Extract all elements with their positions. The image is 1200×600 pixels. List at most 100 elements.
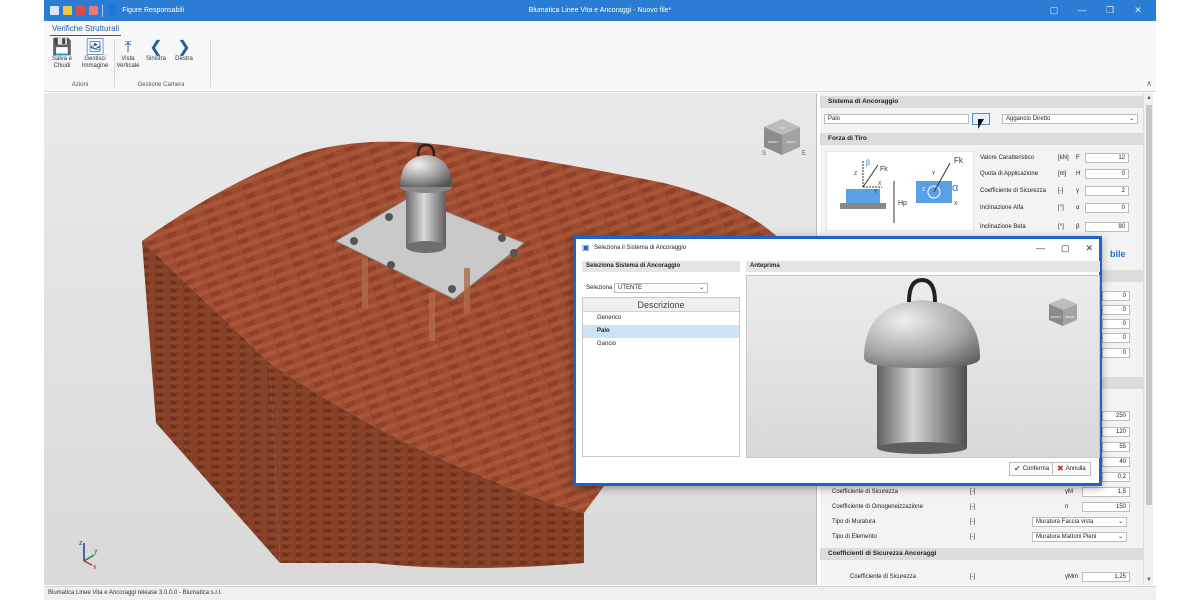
value-field[interactable]: 0 [1102,305,1130,315]
preview-ring [907,277,937,303]
restore-icon[interactable]: ▢ [1040,0,1068,21]
maximize-icon[interactable]: ❐ [1096,0,1124,21]
row-symbol: γMm [1065,574,1078,580]
print-icon[interactable] [89,6,98,15]
tipo-elemento-select[interactable]: Muratura Mattoni Pieni ⌄ [1032,532,1127,542]
section-sistema-ancoraggio: Sistema di Ancoraggio [820,96,1143,108]
row-symbol: F [1076,155,1080,161]
title-bar: 👤 Figure Responsabili Blumatica Linee Vi… [44,0,1156,21]
collapse-ribbon-icon[interactable]: ∧ [1146,79,1152,88]
group-separator [210,39,211,87]
row-unit: [m] [1058,171,1067,177]
source-select[interactable]: UTENTE ⌄ [614,283,708,293]
x-icon: ✖ [1057,464,1064,473]
mouse-cursor-icon [978,119,984,129]
valore-caratteristico-input[interactable]: 12 [1085,153,1129,163]
value-field[interactable]: 0 [1102,348,1130,358]
maximize-icon[interactable]: ▢ [1061,239,1070,257]
vista-verticale-button[interactable]: ⤒ Vista Verticale [116,38,140,70]
value-field[interactable]: 0 [1102,333,1130,343]
panel-scrollbar[interactable]: ▲ ▼ [1143,93,1153,585]
list-item[interactable]: Generico [583,312,739,325]
chevron-down-icon: ⌄ [1117,519,1123,525]
row-unit: [kN] [1058,155,1069,161]
chevron-down-icon: ⌄ [698,285,704,291]
row-tipo-muratura: Tipo di Muratura [-] Muratura Faccia vis… [820,516,1143,530]
value-field[interactable]: 120 [1102,427,1130,437]
row-symbol: H [1076,171,1081,177]
salva-chiudi-label: Salva e Chiudi [51,56,72,69]
scroll-down-icon[interactable]: ▼ [1144,575,1154,585]
inclinazione-beta-input[interactable]: 90 [1085,222,1129,232]
list-item[interactable]: Gancio [583,338,739,351]
annulla-label: Annulla [1065,466,1086,472]
omogeneizzazione-input[interactable]: 150 [1082,502,1130,512]
save-icon[interactable] [76,6,85,15]
dialog-window-controls: — ▢ ✕ [1036,239,1093,257]
value-field[interactable]: 0 [1102,319,1130,329]
gamma-m-input[interactable]: 1,5 [1082,487,1130,497]
row-label: Inclinazione Beta [980,224,1026,230]
tab-verifiche-strutturali[interactable]: Verifiche Strutturali [50,24,122,36]
figure-responsabili-label: Figure Responsabili [122,7,185,14]
salva-chiudi-button[interactable]: 💾 Salva e Chiudi [48,38,76,70]
chevron-right-icon: ❯ [177,38,191,56]
sinistra-button[interactable]: ❮ Sinistra [144,38,168,70]
value-field[interactable]: 0,2 [1102,472,1130,482]
figure-responsabili-button[interactable]: 👤 Figure Responsabili [107,5,184,16]
preview-cube-right: RIGHT [1065,315,1075,319]
axis-y: y [94,548,98,555]
chevron-down-icon: ⌄ [1128,116,1134,122]
compass-e: E [802,151,806,157]
aggancio-value: Aggancio Diretto [1006,116,1051,122]
row-label: Coefficiente di Sicurezza [832,489,898,495]
row-label: Coefficiente di Omogeneizzazione [832,504,923,510]
conferma-label: Conferma [1022,466,1050,472]
row-unit: [-] [970,504,976,510]
row-unit: [-] [970,534,976,540]
group-separator [114,39,115,87]
aggancio-select[interactable]: Aggancio Diretto ⌄ [1002,114,1138,124]
destra-button[interactable]: ❯ Destra [172,38,196,70]
left-section-header: Seleziona Sistema di Ancoraggio [582,261,740,272]
value-field[interactable]: 40 [1102,457,1130,467]
close-icon[interactable]: ✕ [1124,0,1152,21]
section-forza-tiro: Forza di Tiro [820,133,1143,145]
value-field[interactable]: 55 [1102,442,1130,452]
row-coefficiente-sicurezza: Coefficiente di Sicurezza [-] γM 1,5 [820,486,1143,500]
scroll-up-icon[interactable]: ▲ [1144,93,1154,103]
value-field[interactable]: 250 [1102,411,1130,421]
row-label: Coefficiente di Sicurezza [980,188,1046,194]
app-icon [50,6,59,15]
minimize-icon[interactable]: — [1036,239,1045,257]
coefficiente-sicurezza-input[interactable]: 2 [1085,186,1129,196]
group-gestione-camera: ⤒ Vista Verticale ❮ Sinistra ❯ Destra Ge… [116,38,206,90]
open-icon[interactable] [63,6,72,15]
row-label: Valore Caratteristico [980,155,1034,161]
quota-applicazione-input[interactable]: 0 [1085,169,1129,179]
dialog-title-bar: ▣ Seleziona il Sistema di Ancoraggio [576,239,1099,257]
value-field[interactable]: 0 [1102,291,1130,301]
row-unit: [°] [1058,205,1064,211]
tipo-muratura-select[interactable]: Muratura Faccia vista ⌄ [1032,517,1127,527]
list-header[interactable]: Descrizione [583,298,739,312]
viewcube-front: FRONT [768,140,778,144]
annulla-button[interactable]: ✖ Annulla [1052,462,1091,476]
conferma-button[interactable]: ✔ Conferma [1009,462,1055,476]
close-icon[interactable]: ✕ [1085,239,1093,257]
section-coefficienti-ancoraggi: Coefficienti di Sicurezza Ancoraggi [820,548,1143,560]
gamma-mm-input[interactable]: 1,25 [1082,572,1130,582]
app-logo-icon: ▣ [582,243,590,252]
row-label: Quota di Applicazione [980,171,1039,177]
separator [102,4,103,17]
gestisci-immagine-button[interactable]: 🖼 Gestisci Immagine [80,38,110,70]
scroll-thumb[interactable] [1146,105,1152,505]
inclinazione-alfa-input[interactable]: 0 [1085,203,1129,213]
window-controls: ▢ — ❐ ✕ [1040,0,1152,21]
source-value: UTENTE [618,285,642,291]
minimize-icon[interactable]: — [1068,0,1096,21]
row-coefficiente-ancoraggi: Coefficiente di Sicurezza [-] γMm 1,25 [820,571,1143,585]
sistema-ancoraggio-field[interactable]: Palo [824,114,969,124]
list-item-selected[interactable]: Palo [583,325,739,338]
preview-area[interactable]: FRONT RIGHT [746,275,1100,458]
